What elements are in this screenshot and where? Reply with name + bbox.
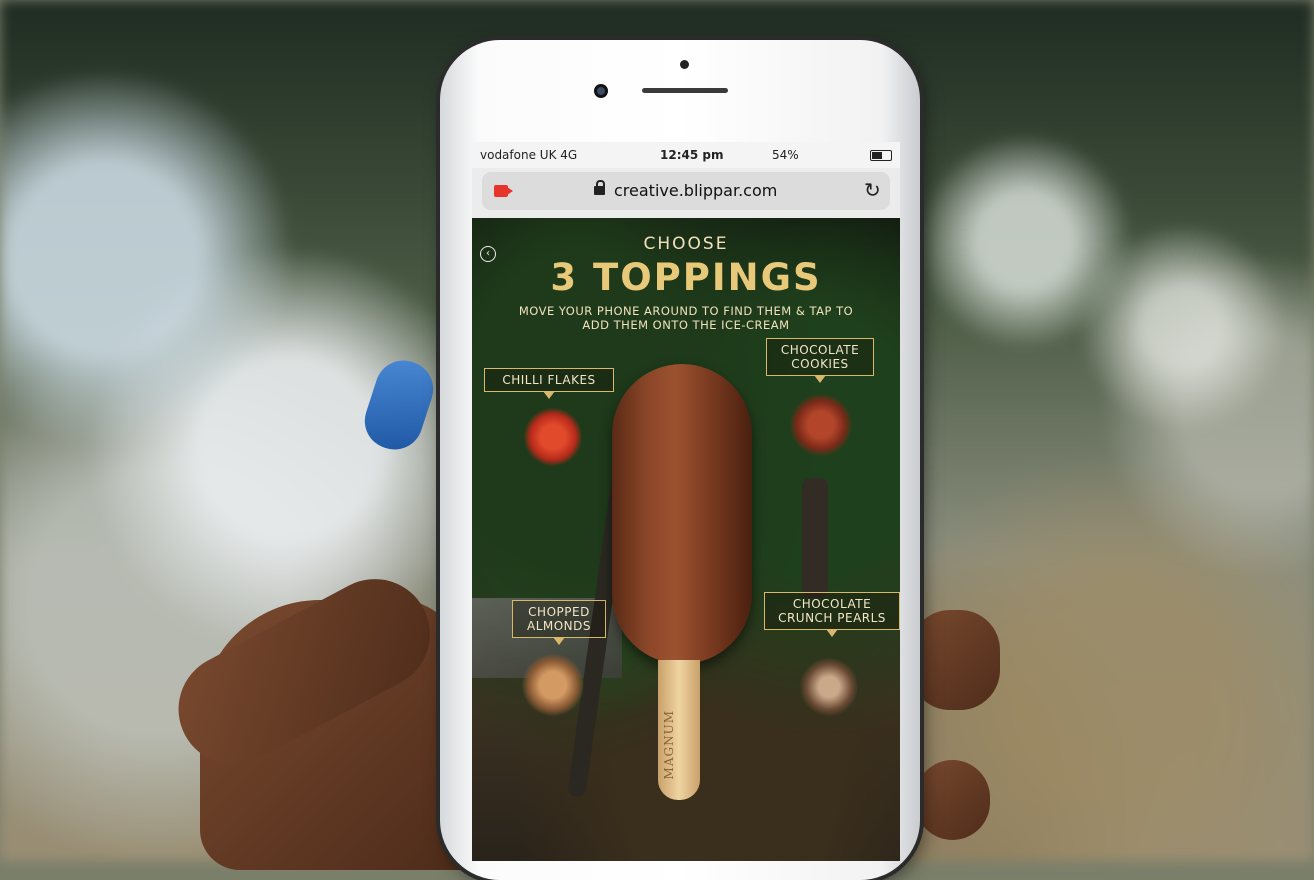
painted-nail xyxy=(357,353,441,457)
heading-large: 3 TOPPINGS xyxy=(550,256,822,299)
battery-icon xyxy=(870,150,892,161)
phone-screen: vodafone UK 4G 12:45 pm 54% creative.bli… xyxy=(472,142,900,861)
url-field[interactable]: creative.blippar.com ↻ xyxy=(482,172,890,210)
sensor xyxy=(680,60,689,69)
chocolate-cookies-topping[interactable] xyxy=(790,394,852,456)
time-label: 12:45 pm xyxy=(660,148,724,162)
browser-address-bar: creative.blippar.com ↻ xyxy=(472,168,900,218)
topping-label-chopped-almonds[interactable]: CHOPPED ALMONDS xyxy=(512,600,606,645)
stick-brand-text: MAGNUM xyxy=(662,710,676,780)
chopped-almonds-topping[interactable] xyxy=(522,654,584,716)
finger xyxy=(915,760,990,840)
ice-cream-bar[interactable] xyxy=(612,364,752,664)
chocolate-crunch-pearls-topping[interactable] xyxy=(800,658,858,716)
topping-label-chilli-flakes[interactable]: CHILLI FLAKES xyxy=(484,368,614,399)
record-icon[interactable] xyxy=(494,185,513,197)
topping-label-chocolate-cookies[interactable]: CHOCOLATE COOKIES xyxy=(766,338,874,383)
ice-cream-stick: MAGNUM xyxy=(658,660,700,800)
lock-icon xyxy=(594,180,605,195)
reload-icon[interactable]: ↻ xyxy=(864,178,881,202)
battery-label: 54% xyxy=(772,148,799,162)
front-camera xyxy=(594,84,608,98)
chilli-flakes-topping[interactable] xyxy=(524,408,582,466)
url-text[interactable]: creative.blippar.com xyxy=(614,181,777,200)
carrier-label: vodafone UK 4G xyxy=(480,148,578,162)
heading-small: CHOOSE xyxy=(643,234,729,254)
finger xyxy=(910,610,1000,710)
earpiece-speaker xyxy=(642,88,728,93)
ar-camera-view[interactable]: ‹ CHOOSE 3 TOPPINGS MOVE YOUR PHONE AROU… xyxy=(472,218,900,861)
status-bar: vodafone UK 4G 12:45 pm 54% xyxy=(472,142,900,168)
instructions-text: MOVE YOUR PHONE AROUND TO FIND THEM & TA… xyxy=(518,304,854,332)
topping-label-chocolate-crunch-pearls[interactable]: CHOCOLATE CRUNCH PEARLS xyxy=(764,592,900,637)
tree-trunk xyxy=(802,478,828,598)
